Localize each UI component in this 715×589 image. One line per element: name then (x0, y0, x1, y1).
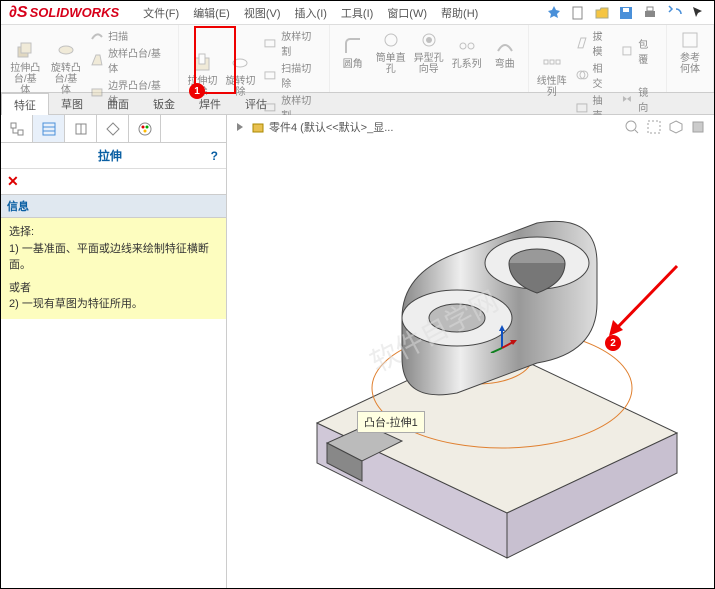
wrap-button[interactable]: 包覆 (620, 35, 658, 67)
zoom-area-icon[interactable] (646, 119, 662, 135)
pm-info-header: 信息 (1, 194, 226, 218)
hole-series-button[interactable]: 孔系列 (448, 27, 486, 77)
viewport-tools (624, 119, 706, 135)
callout-badge-1: 1 (189, 83, 205, 99)
pm-select-label: 选择: (9, 224, 218, 241)
part-icon (251, 120, 265, 134)
pm-tab-dim[interactable] (97, 115, 129, 142)
pm-close-button[interactable]: ✕ (1, 169, 226, 194)
draft-button[interactable]: 拔模 (575, 27, 613, 59)
pm-tab-config[interactable] (65, 115, 97, 142)
pm-tab-property[interactable] (33, 115, 65, 142)
sweep-cut-button[interactable]: 放样切割 (263, 27, 320, 59)
ribbon: 拉伸凸 台/基体 旋转凸 台/基体 扫描 放样凸台/基体 边界凸台/基体 拉伸切… (1, 25, 714, 93)
menu-window[interactable]: 窗口(W) (381, 3, 433, 23)
display-style-icon[interactable] (690, 119, 706, 135)
menu-tools[interactable]: 工具(I) (335, 3, 379, 23)
app-logo: ∂S SOLIDWORKS (1, 4, 127, 22)
pm-title: 拉伸 (9, 147, 211, 164)
pm-title-bar: 拉伸 ? (1, 143, 226, 169)
revolve-cut-icon (229, 52, 251, 74)
model-area[interactable]: 软件自学网 凸台-拉伸1 2 (227, 143, 714, 588)
origin-triad (487, 323, 517, 353)
boundary-icon (90, 85, 104, 99)
pm-tabs (1, 115, 226, 143)
ref-geometry-button[interactable]: 参考 何体 (671, 27, 709, 77)
loft-cut-button[interactable]: 扫描切除 (263, 59, 320, 91)
fillet-button[interactable]: 圆角 (334, 27, 372, 77)
pm-tab-appearance[interactable] (129, 115, 161, 142)
logo-icon: ∂S (9, 4, 28, 22)
document-tab[interactable]: 零件4 (默认<<默认>_显... (233, 119, 393, 135)
dim-icon (105, 121, 121, 137)
pm-info-1: 1) 一基准面、平面或边线来绘制特征横断面。 (9, 241, 218, 274)
bend-button[interactable]: 弯曲 (486, 27, 524, 77)
menu-insert[interactable]: 插入(I) (289, 3, 333, 23)
menu-help[interactable]: 帮助(H) (435, 3, 484, 23)
print-icon[interactable] (642, 5, 658, 21)
quick-toolbar (546, 5, 706, 21)
menu-file[interactable]: 文件(F) (137, 3, 185, 23)
tab-sketch[interactable]: 草图 (49, 93, 95, 114)
pm-info-2: 2) 一现有草图为特征所用。 (9, 296, 218, 313)
revolve-icon (55, 39, 77, 61)
help-icon[interactable]: ? (211, 149, 218, 163)
new-icon[interactable] (570, 5, 586, 21)
feature-tooltip: 凸台-拉伸1 (357, 411, 425, 433)
menu-edit[interactable]: 编辑(E) (187, 3, 236, 23)
menubar: ∂S SOLIDWORKS 文件(F) 编辑(E) 视图(V) 插入(I) 工具… (1, 1, 714, 25)
open-icon[interactable] (594, 5, 610, 21)
config-icon (73, 121, 89, 137)
model-svg: 软件自学网 (227, 143, 707, 583)
viewport[interactable]: 零件4 (默认<<默认>_显... (227, 115, 714, 588)
tab-feature[interactable]: 特征 (1, 93, 49, 115)
pm-tab-feature-tree[interactable] (1, 115, 33, 142)
zoom-fit-icon[interactable] (624, 119, 640, 135)
extrude-icon (14, 39, 36, 61)
callout-badge-2: 2 (605, 335, 621, 351)
extrude-cut-icon (191, 52, 213, 74)
view-orient-icon[interactable] (668, 119, 684, 135)
pm-or: 或者 (9, 280, 218, 297)
linear-pattern-button[interactable]: 线性阵 列 (533, 27, 571, 123)
sweep-button[interactable]: 扫描 (90, 27, 170, 44)
undo-icon[interactable] (666, 5, 682, 21)
save-icon[interactable] (618, 5, 634, 21)
hole-simple-button[interactable]: 筒单直 孔 (372, 27, 410, 77)
pm-info-body: 选择: 1) 一基准面、平面或边线来绘制特征横断面。 或者 2) 一现有草图为特… (1, 218, 226, 319)
doc-name: 零件4 (默认<<默认>_显... (269, 119, 393, 135)
tree-icon (9, 121, 25, 137)
loft-button[interactable]: 放样凸台/基体 (90, 44, 170, 76)
pin-icon[interactable] (546, 5, 562, 21)
app-name: SOLIDWORKS (30, 5, 120, 20)
select-icon[interactable] (690, 5, 706, 21)
hole-wizard-button[interactable]: 异型孔 向导 (410, 27, 448, 77)
mirror-button[interactable]: 镜向 (620, 83, 658, 115)
tab-sheetmetal[interactable]: 钣金 (141, 93, 187, 114)
workspace: 拉伸 ? ✕ 信息 选择: 1) 一基准面、平面或边线来绘制特征横断面。 或者 … (1, 115, 714, 588)
menu-view[interactable]: 视图(V) (238, 3, 287, 23)
sweep-icon (90, 29, 104, 43)
property-icon (41, 121, 57, 137)
arrow-icon (233, 120, 247, 134)
menu-items: 文件(F) 编辑(E) 视图(V) 插入(I) 工具(I) 窗口(W) 帮助(H… (137, 3, 484, 23)
appearance-icon (137, 121, 153, 137)
property-manager: 拉伸 ? ✕ 信息 选择: 1) 一基准面、平面或边线来绘制特征横断面。 或者 … (1, 115, 227, 588)
loft-icon (90, 53, 104, 67)
intersect-button[interactable]: 相交 (575, 59, 613, 91)
